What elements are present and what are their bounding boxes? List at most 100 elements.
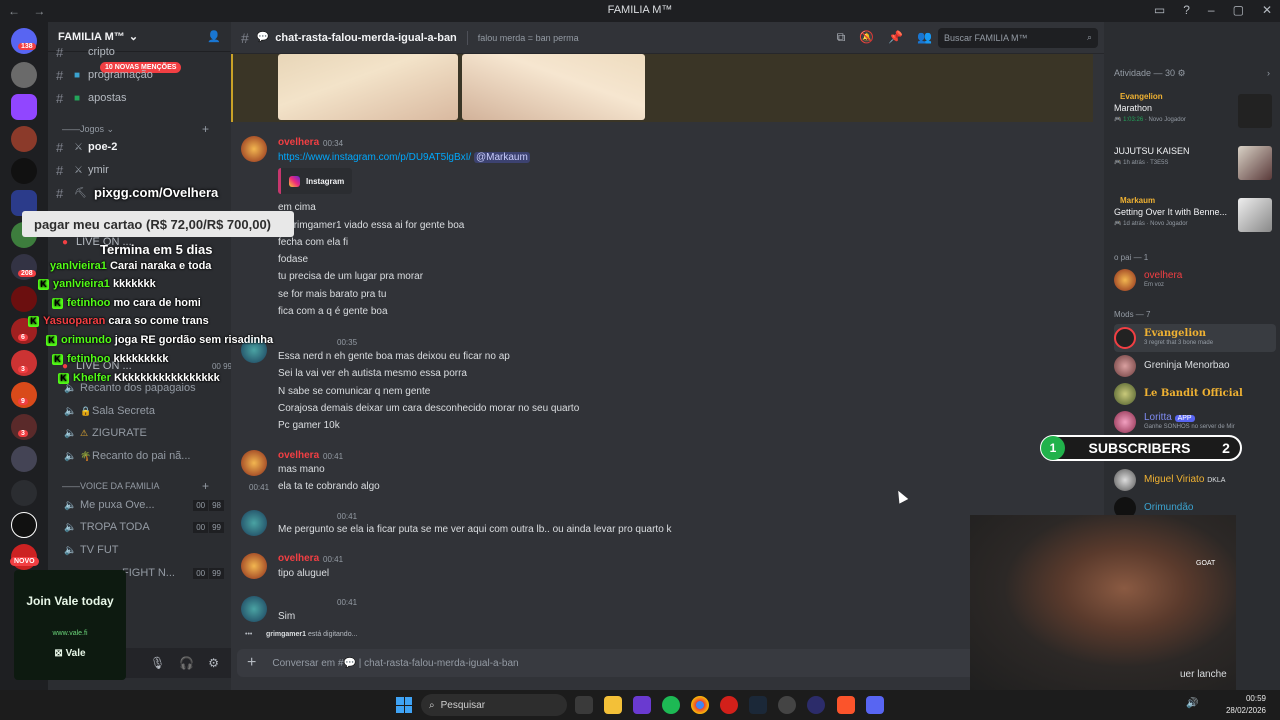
discord-icon[interactable] [866, 696, 884, 714]
embedded-image[interactable] [278, 54, 458, 120]
taskbar-search[interactable]: ⌕ Pesquisar [421, 694, 567, 716]
chrome-icon[interactable] [691, 696, 709, 714]
kick-logo-icon: K [38, 279, 49, 290]
avatar[interactable] [241, 136, 267, 162]
message-line: Sei la vai ver eh autista mesmo essa por… [278, 368, 467, 379]
instagram-embed[interactable]: Instagram [278, 168, 352, 194]
settings-gear-icon[interactable]: ⚙ [208, 656, 219, 670]
instagram-link[interactable]: https://www.instagram.com/p/DU9AT5lgBxI/ [278, 152, 471, 163]
avatar[interactable] [241, 510, 267, 536]
server-icon[interactable] [11, 286, 37, 312]
mute-bell-icon[interactable]: 🔕 [859, 30, 874, 45]
server-badge: 6 [18, 334, 28, 341]
message-author[interactable]: ovelhera [278, 553, 319, 564]
category-voice[interactable]: ——VOICE DA FAMILIA + [62, 479, 209, 493]
task-view-icon[interactable] [575, 696, 593, 714]
hash-icon: # [56, 67, 64, 83]
user-mention[interactable]: @Markaum [474, 152, 530, 163]
hash-icon: # [56, 185, 64, 201]
new-badge: NOVO [10, 557, 39, 566]
typing-indicator: ••• grimgamer1 está digitando... [245, 631, 358, 638]
pin-icon[interactable]: 📌 [888, 30, 903, 45]
voice-channel[interactable]: 🔈 🔒 Sala Secreta [64, 401, 224, 421]
window-controls: ▭ ? – ▢ ✕ [1154, 3, 1272, 17]
threads-icon[interactable]: ⧉ [837, 30, 846, 45]
search-icon: ⌕ [1086, 32, 1092, 42]
voice-channel[interactable]: FIGHT N... 00 99 [122, 563, 224, 583]
activity-card[interactable]: Evangelion Marathon 🎮 1:03:26 · Novo Jog… [1110, 92, 1274, 138]
attach-plus-icon[interactable]: + [247, 654, 256, 672]
channel-topic[interactable]: falou merda = ban perma [478, 33, 579, 43]
channel-item[interactable]: # ■ apostas [56, 88, 226, 108]
chevron-right-icon[interactable]: › [1267, 68, 1270, 78]
close-button[interactable]: ✕ [1262, 3, 1272, 17]
spotify-icon[interactable] [662, 696, 680, 714]
add-channel-icon[interactable]: + [202, 122, 209, 136]
member-item[interactable]: Miguel Viriato DKLA [1114, 466, 1276, 494]
app-icon[interactable] [778, 696, 796, 714]
member-item[interactable]: Le Bandit Official [1114, 380, 1276, 408]
warning-icon: ⚠ [80, 427, 89, 438]
channel-item[interactable]: # ■ programação [56, 65, 226, 85]
avatar[interactable] [241, 553, 267, 579]
search-input[interactable]: Buscar FAMILIA M™ ⌕ [938, 27, 1098, 48]
server-icon[interactable] [11, 158, 37, 184]
headphones-icon[interactable]: 🎧 [179, 656, 194, 670]
help-icon[interactable]: ? [1183, 3, 1190, 17]
member-item[interactable]: Loritta APP Ganhe SONHOS no server de Mi… [1114, 408, 1276, 436]
embedded-image[interactable] [462, 54, 645, 120]
message-author[interactable]: ovelhera [278, 137, 319, 148]
instagram-icon [289, 175, 300, 187]
brave-icon[interactable] [837, 696, 855, 714]
sword-icon: ⚔ [74, 164, 83, 176]
file-explorer-icon[interactable] [604, 696, 622, 714]
avatar [1114, 469, 1136, 491]
opera-icon[interactable] [720, 696, 738, 714]
avatar[interactable] [241, 450, 267, 476]
channel-item[interactable]: # ⚔ poe-2 [56, 137, 226, 157]
channel-item[interactable]: # cripto [56, 42, 226, 62]
app-icon[interactable] [633, 696, 651, 714]
donation-goal-bar: pagar meu cartao (R$ 72,00/R$ 700,00) [22, 211, 294, 237]
game-thumbnail [1238, 146, 1272, 180]
windows-start-icon[interactable] [396, 697, 412, 713]
voice-channel[interactable]: 🔈 🌴 Recanto do pai nã... [64, 446, 224, 466]
activity-card[interactable]: JUJUTSU KAISEN 🎮 1h atrás · T3E5S [1110, 144, 1274, 190]
message-author[interactable]: ovelhera [278, 450, 319, 461]
maximize-button[interactable]: ▢ [1233, 3, 1244, 17]
hover-timestamp: 00:41 [249, 483, 270, 492]
microphone-icon[interactable]: 🎙 [150, 656, 165, 670]
server-icon[interactable] [11, 446, 37, 472]
kick-logo-icon: K [58, 373, 69, 384]
voice-channel[interactable]: 🔈 ⚠ ZIGURATE [64, 423, 224, 443]
voice-channel[interactable]: 🔈 Me puxa Ove... 00 98 [64, 495, 224, 515]
activity-card[interactable]: Markaum Getting Over It with Benne... 🎮 … [1110, 196, 1274, 242]
member-item[interactable]: Evangelion 3 regret that 3 bone made [1114, 324, 1276, 352]
server-icon[interactable] [11, 62, 37, 88]
kick-chat-line: Kyanlvieira1 kkkkkkk [38, 278, 156, 290]
channel-item[interactable]: # ⚔ ymir [56, 160, 226, 180]
clock[interactable]: 00:59 28/02/2026 [1226, 693, 1266, 717]
direct-messages-icon[interactable] [11, 28, 37, 54]
add-channel-icon[interactable]: + [202, 479, 209, 493]
category-jogos[interactable]: ——Jogos ⌄ + [62, 122, 209, 136]
member-item[interactable]: ovelhera Em voz [1114, 266, 1276, 294]
voice-channel[interactable]: 🔈 TV FUT [64, 540, 224, 560]
familia-server-icon[interactable] [11, 126, 37, 152]
member-list-icon[interactable]: 👥 [917, 30, 932, 45]
message-composer[interactable]: + Conversar em #💬 | chat-rasta-falou-mer… [237, 649, 1093, 677]
app-icon[interactable] [807, 696, 825, 714]
activity-header: Atividade — 30 ⚙ › [1114, 68, 1270, 78]
minimize-button[interactable]: – [1208, 3, 1215, 17]
speaker-icon: 🔈 [64, 427, 77, 439]
avatar[interactable] [241, 596, 267, 622]
steam-icon[interactable] [749, 696, 767, 714]
streamer-webcam [970, 515, 1236, 690]
server-icon[interactable] [11, 512, 37, 538]
inbox-icon[interactable]: ▭ [1154, 3, 1165, 17]
twitch-server-icon[interactable] [11, 94, 37, 120]
folder-icon[interactable] [11, 480, 37, 506]
member-item[interactable]: Greninja Menorbao [1114, 352, 1276, 380]
voice-channel[interactable]: 🔈 TROPA TODA 00 99 [64, 517, 224, 537]
volume-icon[interactable]: 🔊 [1186, 698, 1198, 709]
